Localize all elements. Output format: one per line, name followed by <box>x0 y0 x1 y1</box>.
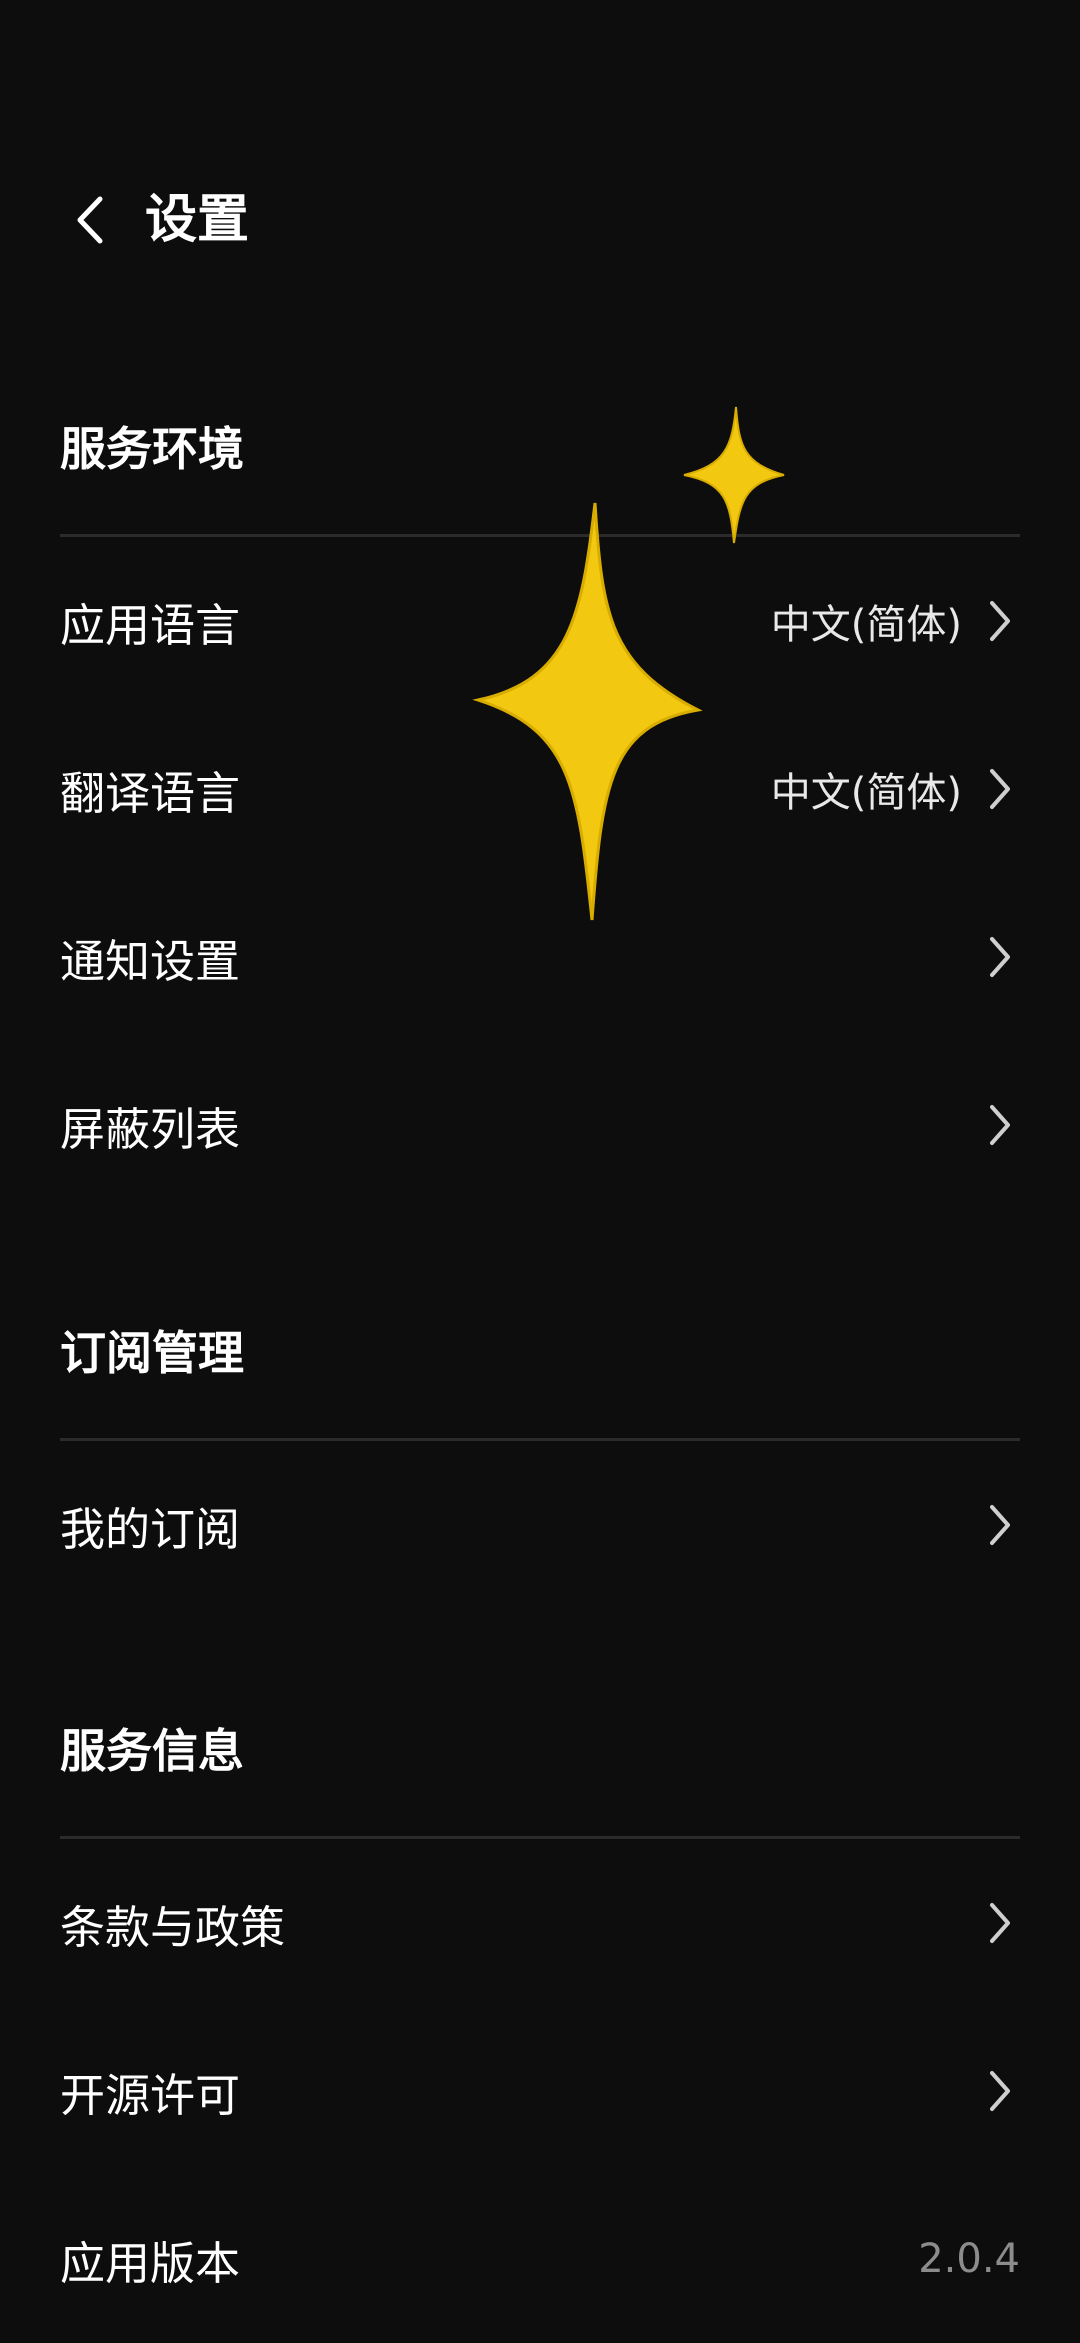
row-app-version: 应用版本 2.0.4 <box>60 2175 1020 2343</box>
back-button[interactable] <box>60 190 120 250</box>
row-label: 通知设置 <box>60 934 241 988</box>
section-service-info: 服务信息 条款与政策 开源许可 应用版本 2.0.4 <box>60 1706 1020 2343</box>
row-value: 中文(简体) <box>770 602 962 648</box>
row-app-language[interactable]: 应用语言 中文(简体) <box>60 537 1020 705</box>
chevron-right-icon <box>980 1500 1020 1550</box>
page-title: 设置 <box>145 190 250 250</box>
chevron-right-icon <box>980 1898 1020 1948</box>
row-label: 翻译语言 <box>60 766 241 820</box>
row-terms-and-policies[interactable]: 条款与政策 <box>60 1839 1020 2007</box>
section-title: 服务信息 <box>60 1724 244 1778</box>
row-translation-language[interactable]: 翻译语言 中文(简体) <box>60 705 1020 873</box>
row-label: 我的订阅 <box>60 1502 241 1556</box>
section-subscription-management: 订阅管理 我的订阅 <box>60 1308 1020 1609</box>
row-open-source-licenses[interactable]: 开源许可 <box>60 2007 1020 2175</box>
row-label: 条款与政策 <box>60 1900 286 1954</box>
header-bar: 设置 <box>0 180 1080 260</box>
row-label: 屏蔽列表 <box>60 1102 241 1156</box>
row-label: 应用版本 <box>60 2236 241 2290</box>
row-label: 应用语言 <box>60 598 241 652</box>
row-my-subscriptions[interactable]: 我的订阅 <box>60 1441 1020 1609</box>
chevron-right-icon <box>980 596 1020 646</box>
row-notification-settings[interactable]: 通知设置 <box>60 873 1020 1041</box>
chevron-right-icon <box>980 1100 1020 1150</box>
section-title: 服务环境 <box>60 422 244 476</box>
row-value: 中文(简体) <box>770 770 962 816</box>
chevron-right-icon <box>980 764 1020 814</box>
chevron-left-icon <box>77 196 103 244</box>
chevron-right-icon <box>980 2066 1020 2116</box>
row-block-list[interactable]: 屏蔽列表 <box>60 1041 1020 1209</box>
section-service-environment: 服务环境 应用语言 中文(简体) 翻译语言 中文(简体) 通知设置 屏蔽列表 <box>60 404 1020 1209</box>
row-label: 开源许可 <box>60 2068 241 2122</box>
chevron-right-icon <box>980 932 1020 982</box>
section-title: 订阅管理 <box>60 1326 244 1380</box>
app-version-value: 2.0.4 <box>918 2236 1020 2282</box>
